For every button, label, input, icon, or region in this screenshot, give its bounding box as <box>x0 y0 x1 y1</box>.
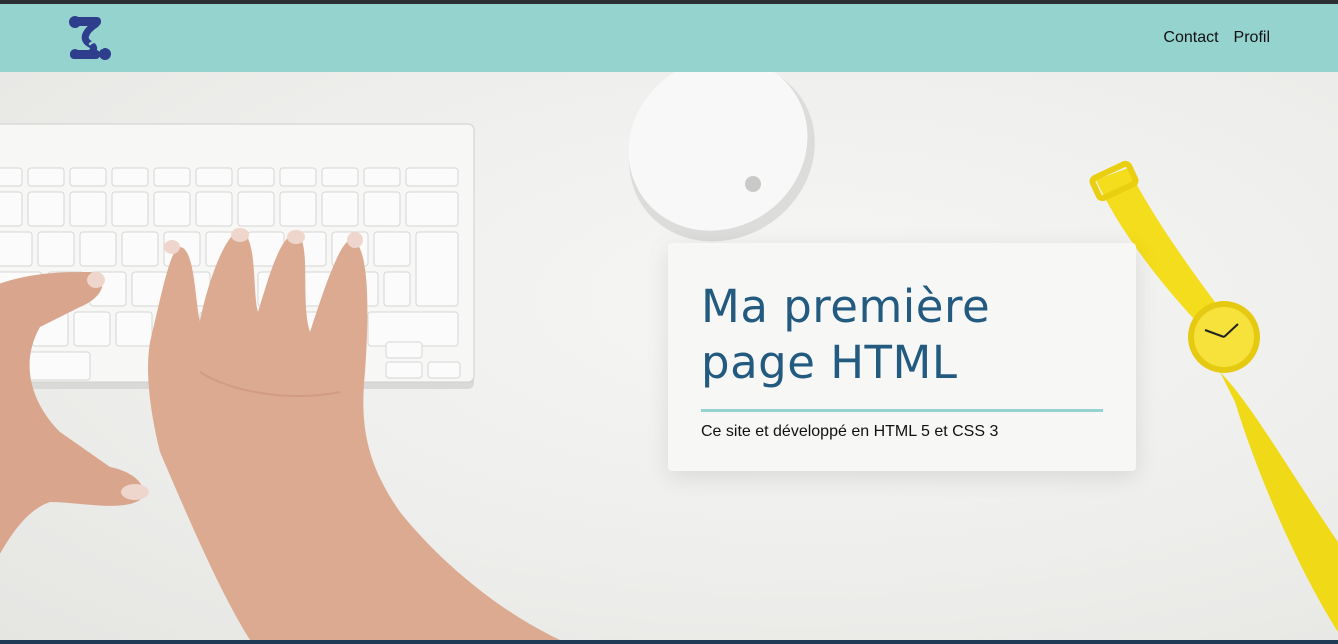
nav-link-profil[interactable]: Profil <box>1234 29 1270 47</box>
logo-icon[interactable] <box>66 14 114 62</box>
nav-link-contact[interactable]: Contact <box>1163 29 1218 47</box>
hero-card: Ma première page HTML Ce site et dévelop… <box>668 243 1136 471</box>
page-title: Ma première page HTML <box>701 280 991 389</box>
navbar: Contact Profil <box>0 4 1338 72</box>
title-divider <box>701 409 1103 412</box>
page-bottom-edge <box>0 640 1338 644</box>
main-nav: Contact Profil <box>1163 29 1270 47</box>
hero-section: Ma première page HTML Ce site et dévelop… <box>0 72 1338 640</box>
page-subtitle: Ce site et développé en HTML 5 et CSS 3 <box>701 423 999 440</box>
